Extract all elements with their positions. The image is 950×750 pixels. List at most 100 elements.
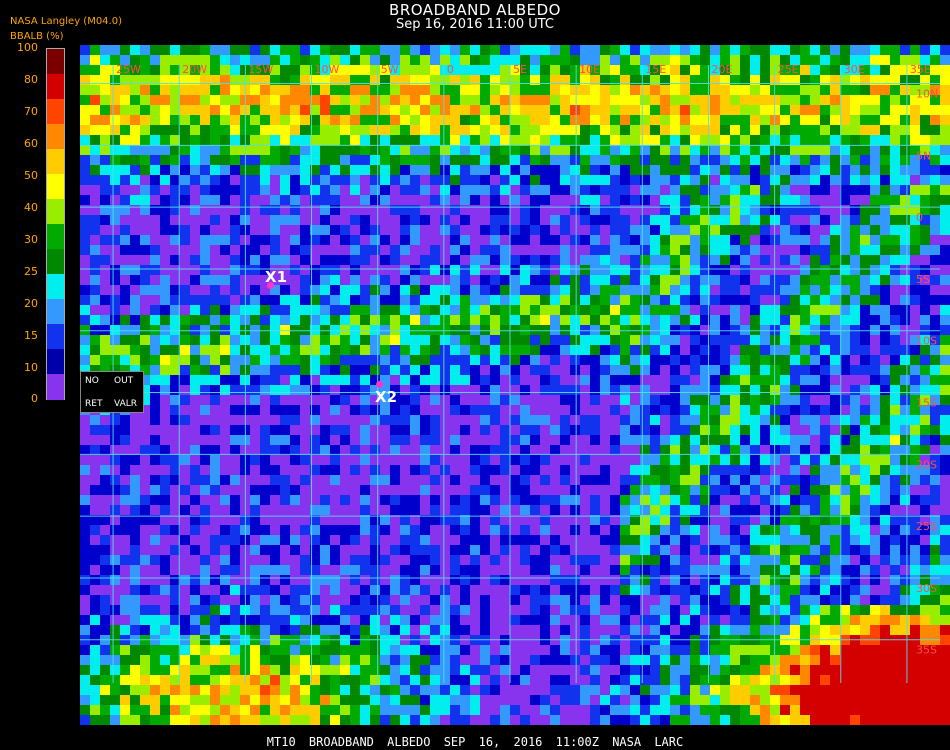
albedo-cell xyxy=(650,335,660,345)
albedo-cell xyxy=(590,215,600,225)
albedo-cell xyxy=(490,175,500,185)
albedo-cell xyxy=(200,205,210,215)
albedo-cell xyxy=(140,65,150,75)
albedo-cell xyxy=(410,415,420,425)
albedo-cell xyxy=(810,315,820,325)
albedo-cell xyxy=(800,45,810,55)
albedo-cell xyxy=(480,55,490,65)
albedo-cell xyxy=(450,95,460,105)
albedo-cell xyxy=(120,235,130,245)
albedo-cell xyxy=(880,345,890,355)
albedo-cell xyxy=(510,195,520,205)
albedo-cell xyxy=(690,125,700,135)
albedo-cell xyxy=(800,525,810,535)
albedo-cell xyxy=(480,215,490,225)
albedo-cell xyxy=(510,105,520,115)
albedo-cell xyxy=(740,355,750,365)
albedo-cell xyxy=(520,405,530,415)
albedo-cell xyxy=(860,315,870,325)
albedo-cell xyxy=(520,215,530,225)
albedo-cell xyxy=(730,445,740,455)
albedo-cell xyxy=(630,425,640,435)
albedo-cell xyxy=(510,305,520,315)
albedo-cell xyxy=(690,195,700,205)
albedo-cell xyxy=(420,185,430,195)
albedo-cell xyxy=(400,355,410,365)
albedo-cell xyxy=(580,425,590,435)
albedo-cell xyxy=(940,555,950,565)
albedo-cell xyxy=(740,165,750,175)
albedo-cell xyxy=(640,395,650,405)
albedo-cell xyxy=(450,425,460,435)
albedo-cell xyxy=(690,465,700,475)
albedo-cell xyxy=(560,215,570,225)
albedo-cell xyxy=(250,235,260,245)
albedo-cell xyxy=(520,335,530,345)
albedo-cell xyxy=(850,145,860,155)
albedo-cell xyxy=(270,185,280,195)
albedo-cell xyxy=(560,85,570,95)
albedo-cell xyxy=(440,575,450,585)
albedo-cell xyxy=(560,345,570,355)
colorbar-tick: 25 xyxy=(24,265,38,278)
albedo-cell xyxy=(710,395,720,405)
albedo-cell xyxy=(790,365,800,375)
albedo-cell xyxy=(540,375,550,385)
albedo-cell xyxy=(150,245,160,255)
albedo-cell xyxy=(740,335,750,345)
albedo-cell xyxy=(630,45,640,55)
albedo-cell xyxy=(190,195,200,205)
albedo-cell xyxy=(530,385,540,395)
albedo-cell xyxy=(630,125,640,135)
albedo-cell xyxy=(360,315,370,325)
albedo-cell xyxy=(140,335,150,345)
albedo-cell xyxy=(520,575,530,585)
albedo-cell xyxy=(270,155,280,165)
albedo-cell xyxy=(510,435,520,445)
albedo-cell xyxy=(900,395,910,405)
albedo-cell xyxy=(780,345,790,355)
albedo-cell xyxy=(620,305,630,315)
albedo-cell xyxy=(940,465,950,475)
albedo-cell xyxy=(870,555,880,565)
albedo-cell xyxy=(230,405,240,415)
albedo-cell xyxy=(670,295,680,305)
albedo-cell xyxy=(90,335,100,345)
albedo-cell xyxy=(790,555,800,565)
albedo-cell xyxy=(200,395,210,405)
albedo-cell xyxy=(350,445,360,455)
albedo-cell xyxy=(940,305,950,315)
albedo-cell xyxy=(720,185,730,195)
albedo-cell xyxy=(670,125,680,135)
albedo-cell xyxy=(140,535,150,545)
albedo-cell xyxy=(330,325,340,335)
albedo-cell xyxy=(810,545,820,555)
albedo-cell xyxy=(460,55,470,65)
albedo-cell xyxy=(540,65,550,75)
albedo-cell xyxy=(570,155,580,165)
albedo-cell xyxy=(660,365,670,375)
albedo-cell xyxy=(810,285,820,295)
albedo-cell xyxy=(830,575,840,585)
albedo-cell xyxy=(670,405,680,415)
albedo-cell xyxy=(140,285,150,295)
albedo-cell xyxy=(90,295,100,305)
albedo-cell xyxy=(690,235,700,245)
albedo-cell xyxy=(690,495,700,505)
albedo-cell xyxy=(870,45,880,55)
albedo-cell xyxy=(650,145,660,155)
albedo-cell xyxy=(180,335,190,345)
albedo-cell xyxy=(720,315,730,325)
albedo-cell xyxy=(910,165,920,175)
albedo-cell xyxy=(180,395,190,405)
albedo-cell xyxy=(780,565,790,575)
albedo-cell xyxy=(920,535,930,545)
albedo-cell xyxy=(340,545,350,555)
albedo-cell xyxy=(870,175,880,185)
albedo-cell xyxy=(880,555,890,565)
albedo-cell xyxy=(570,285,580,295)
albedo-cell xyxy=(120,415,130,425)
albedo-cell xyxy=(330,525,340,535)
albedo-map[interactable]: 25W 20W 15W 10W 5W 0 5E 10E 15E 20E 25E 30E 35E10N5N… xyxy=(80,45,950,725)
albedo-cell xyxy=(810,355,820,365)
